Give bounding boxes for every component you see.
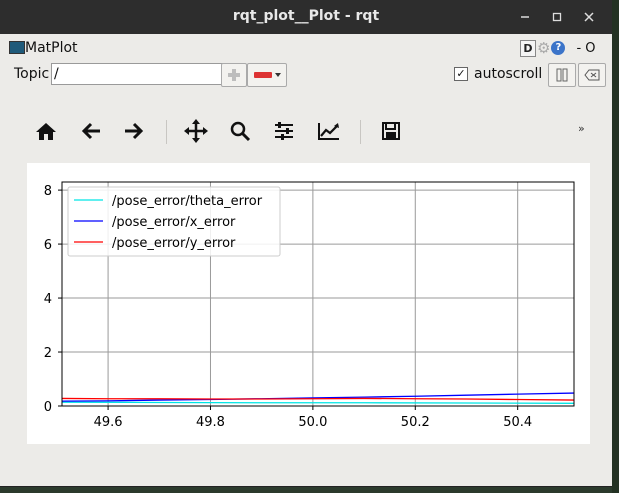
x-tick-label: 50.2 [401, 415, 430, 430]
legend-label: /pose_error/x_error [112, 215, 236, 230]
back-icon[interactable] [78, 118, 104, 144]
close-plugin-button[interactable]: - O [576, 41, 595, 56]
toolbar-separator [360, 120, 361, 144]
x-tick-label: 49.8 [196, 415, 225, 430]
remove-topic-button[interactable] [247, 63, 287, 87]
topic-label: Topic [14, 66, 50, 82]
line-chart[interactable]: 49.6 49.8 50.0 50.2 50.4 0 2 4 6 8/pose_error/the… [27, 163, 590, 444]
x-tick-label: 50.4 [503, 415, 532, 430]
title-bar: rqt_plot__Plot - rqt [0, 0, 612, 34]
pause-button[interactable] [548, 63, 576, 87]
maximize-button[interactable] [547, 7, 567, 27]
y-tick-label: 2 [44, 346, 52, 361]
legend-label: /pose_error/y_error [112, 236, 236, 251]
plugin-controls: D ⚙ ? - O [520, 39, 596, 57]
rqt-window: rqt_plot__Plot - rqt MatPlot D ⚙ ? - O T… [0, 0, 612, 486]
pan-icon[interactable] [183, 118, 209, 144]
forward-icon[interactable] [121, 118, 147, 144]
matplotlib-toolbar: » [0, 110, 612, 154]
plus-icon [228, 69, 240, 81]
plot-canvas[interactable]: 49.6 49.8 50.0 50.2 50.4 0 2 4 6 8/pose_error/the… [27, 163, 590, 444]
series-line [61, 401, 575, 404]
topic-input[interactable] [51, 63, 223, 85]
dock-button[interactable]: D [520, 39, 536, 57]
topic-bar: Topic ✓ autoscroll [0, 60, 612, 88]
clear-icon [584, 69, 600, 81]
toolbar-overflow-button[interactable]: » [578, 122, 585, 135]
y-tick-label: 8 [44, 184, 52, 199]
clear-button[interactable] [578, 63, 606, 87]
minus-dropdown-icon [254, 72, 281, 78]
autoscroll-label: autoscroll [474, 66, 543, 82]
save-icon[interactable] [378, 118, 404, 144]
add-topic-button[interactable] [221, 63, 247, 87]
subplots-icon[interactable] [271, 118, 297, 144]
gear-icon[interactable]: ⚙ [537, 39, 550, 57]
help-icon[interactable]: ? [551, 41, 566, 55]
plot-app-icon [9, 41, 25, 54]
legend-label: /pose_error/theta_error [112, 194, 263, 209]
home-icon[interactable] [33, 118, 59, 144]
close-button[interactable] [579, 7, 599, 27]
edit-curves-icon[interactable] [316, 118, 342, 144]
autoscroll-checkbox[interactable]: ✓ [454, 67, 468, 81]
zoom-icon[interactable] [227, 118, 253, 144]
minimize-button[interactable] [515, 7, 535, 27]
y-tick-label: 4 [44, 292, 52, 307]
plugin-name: MatPlot [25, 40, 78, 56]
toolbar-separator [166, 120, 167, 144]
autoscroll-toggle[interactable]: ✓ autoscroll [454, 66, 542, 82]
plugin-header: MatPlot D ⚙ ? - O [0, 34, 612, 60]
y-tick-label: 0 [44, 400, 52, 415]
x-tick-label: 50.0 [298, 415, 327, 430]
pause-icon [556, 68, 568, 82]
y-tick-label: 6 [44, 238, 52, 253]
desktop-background-edge [612, 0, 619, 493]
x-tick-label: 49.6 [94, 415, 123, 430]
